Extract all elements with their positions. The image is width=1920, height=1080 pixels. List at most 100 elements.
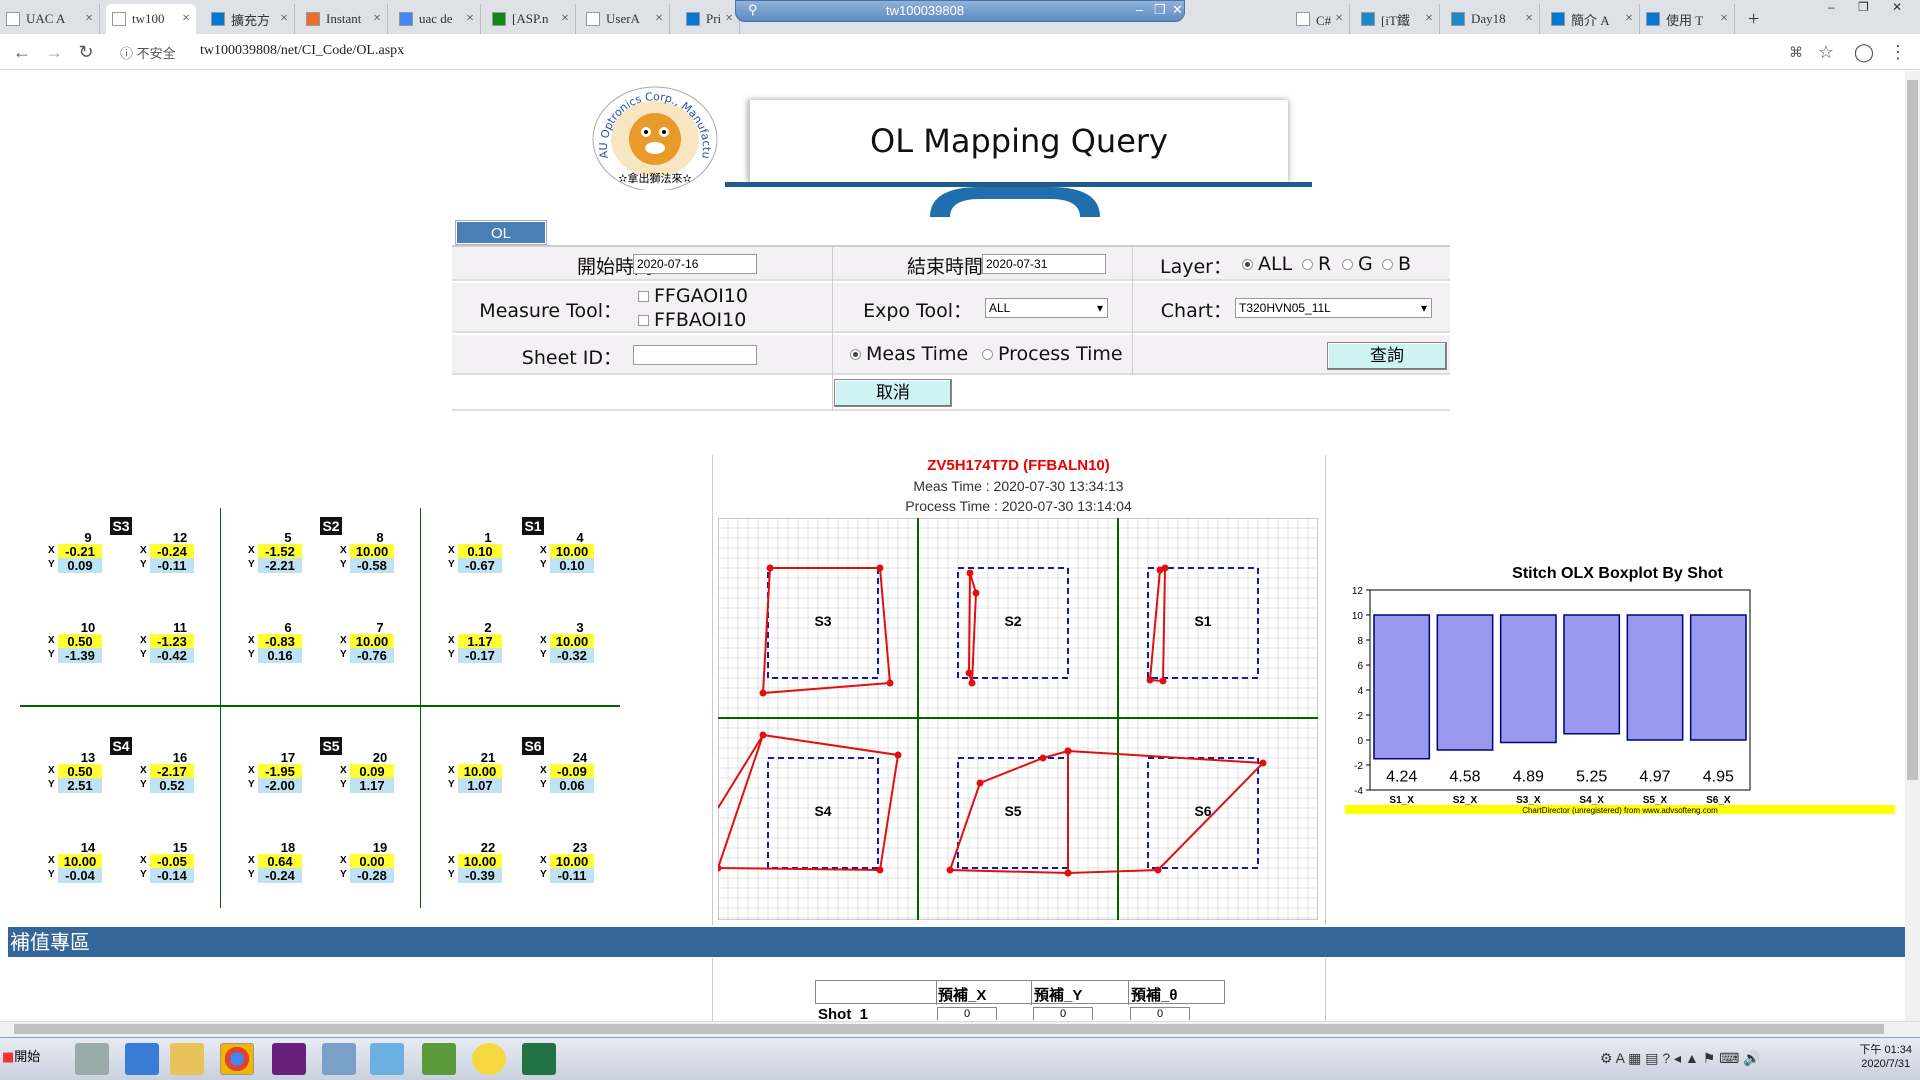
- measured-point: [1064, 747, 1072, 755]
- insecure-label[interactable]: ⓘ 不安全: [120, 43, 176, 62]
- tray-icons[interactable]: ⚙ A ▦ ▤ ? ◂ ▲ ⚑ ⌨ 🔊: [1600, 1050, 1761, 1067]
- tab-close-icon[interactable]: ×: [1625, 11, 1633, 27]
- browser-tab[interactable]: 簡介 A ×: [1545, 4, 1640, 34]
- checkbox-icon: [638, 291, 649, 302]
- layer-radio-g[interactable]: G: [1342, 253, 1373, 275]
- expo-tool-select[interactable]: ALL: [985, 298, 1108, 318]
- browser-tab[interactable]: 使用 T ×: [1640, 4, 1735, 34]
- window-minimize-icon[interactable]: –: [1828, 0, 1835, 14]
- tab-close-icon[interactable]: ×: [1335, 11, 1343, 27]
- window-controls[interactable]: – ❐ ✕: [1820, 0, 1920, 18]
- meas-time-radio[interactable]: Meas Time: [850, 343, 968, 365]
- chart-title: Stitch OLX Boxplot By Shot: [1512, 565, 1723, 582]
- measure-tool-ffbaoi10[interactable]: FFBAOI10: [638, 309, 746, 331]
- menu-icon[interactable]: ⋮: [1886, 40, 1910, 64]
- pin-icon[interactable]: ⚲: [748, 2, 758, 18]
- start-button[interactable]: ■開始: [2, 1046, 40, 1065]
- point-number: 20: [372, 750, 388, 765]
- window-close-icon[interactable]: ✕: [1892, 0, 1902, 14]
- x-category-label: S4_X: [1579, 795, 1604, 806]
- x-axis-label: X: [540, 765, 547, 776]
- window-maximize-icon[interactable]: ❐: [1858, 0, 1869, 14]
- notepad-icon[interactable]: [422, 1043, 456, 1075]
- comp-input-x[interactable]: 0: [937, 1007, 997, 1020]
- x-category-label: S2_X: [1453, 795, 1478, 806]
- comp-header-x: 預補_X: [938, 987, 987, 1004]
- x-axis-label: X: [48, 635, 55, 646]
- comp-input-y[interactable]: 0: [1033, 1007, 1093, 1020]
- browser-tab[interactable]: tw100 ×: [106, 4, 196, 34]
- folder-icon[interactable]: [170, 1043, 204, 1075]
- point-x-value: -0.09: [550, 764, 594, 779]
- clock[interactable]: 下午 01:34 2020/7/31: [1859, 1043, 1912, 1071]
- browser-tab[interactable]: 擴充方 ×: [205, 4, 295, 34]
- tab-close-icon[interactable]: ×: [466, 11, 474, 27]
- point-x-value: 10.00: [550, 854, 594, 869]
- close-icon[interactable]: ✕: [1172, 2, 1183, 18]
- browser-tab[interactable]: UAC A ×: [0, 4, 100, 34]
- tab-close-icon[interactable]: ×: [182, 11, 190, 27]
- tab-ol[interactable]: OL: [456, 221, 546, 244]
- restore-icon[interactable]: ❐: [1154, 2, 1166, 18]
- query-button[interactable]: 查詢: [1327, 342, 1447, 370]
- comp-input-theta[interactable]: 0: [1130, 1007, 1190, 1020]
- start-time-input[interactable]: 2020-07-16: [633, 254, 757, 274]
- horizontal-scroll-thumb[interactable]: [14, 1024, 1884, 1034]
- sticky-icon[interactable]: [472, 1043, 506, 1075]
- browser-tab[interactable]: UserA ×: [580, 4, 670, 34]
- chrome-icon[interactable]: [220, 1043, 254, 1075]
- process-time-radio[interactable]: Process Time: [982, 343, 1123, 365]
- excel-icon[interactable]: [522, 1043, 556, 1075]
- computer-icon[interactable]: [75, 1043, 109, 1075]
- cancel-button[interactable]: 取消: [834, 379, 952, 407]
- browser-tab[interactable]: [iT鐵 ×: [1355, 4, 1440, 34]
- tab-close-icon[interactable]: ×: [373, 11, 381, 27]
- browser-tab[interactable]: [ASP.n ×: [486, 4, 576, 34]
- point-x-value: 0.00: [350, 854, 394, 869]
- address-bar[interactable]: ⓘ 不安全 tw100039808/net/CI_Code/OL.aspx: [110, 39, 1770, 65]
- point-number: 23: [572, 840, 588, 855]
- divider: [712, 455, 713, 925]
- tab-close-icon[interactable]: ×: [1425, 11, 1433, 27]
- chart-select[interactable]: T320HVN05_11L: [1235, 298, 1432, 318]
- point-x-value: 0.10: [458, 544, 502, 559]
- tab-close-icon[interactable]: ×: [655, 11, 663, 27]
- y-tick-label: 12: [1352, 586, 1364, 597]
- url-text[interactable]: tw100039808/net/CI_Code/OL.aspx: [200, 43, 404, 59]
- powershell-icon[interactable]: [125, 1043, 159, 1075]
- tab-close-icon[interactable]: ×: [280, 11, 288, 27]
- layer-radio-b[interactable]: B: [1382, 253, 1411, 275]
- browser-tab[interactable]: uac de ×: [393, 4, 481, 34]
- tab-close-icon[interactable]: ×: [85, 11, 93, 27]
- form-divider: [1132, 247, 1133, 375]
- tab-close-icon[interactable]: ×: [561, 11, 569, 27]
- layer-radio-r[interactable]: R: [1302, 253, 1331, 275]
- tab-close-icon[interactable]: ×: [725, 11, 733, 27]
- end-time-input[interactable]: 2020-07-31: [982, 254, 1106, 274]
- new-tab-button[interactable]: +: [1742, 4, 1772, 34]
- section-label-s1: S1: [522, 517, 544, 535]
- reload-icon[interactable]: ↻: [74, 40, 98, 64]
- tab-favicon-icon: [112, 12, 126, 26]
- tab-close-icon[interactable]: ×: [1525, 11, 1533, 27]
- remote-desktop-bar[interactable]: tw100039808 ⚲ – ❐ ✕: [735, 0, 1185, 22]
- vertical-scroll-thumb[interactable]: [1907, 80, 1918, 780]
- layer-radio-all[interactable]: ALL: [1242, 253, 1292, 275]
- translate-icon[interactable]: ⌘: [1784, 40, 1808, 64]
- profile-icon[interactable]: ◯: [1852, 40, 1876, 64]
- tab-close-icon[interactable]: ×: [1720, 11, 1728, 27]
- browser-tab[interactable]: Instant ×: [300, 4, 388, 34]
- bookmark-star-icon[interactable]: ☆: [1814, 40, 1838, 64]
- network-icon[interactable]: [322, 1043, 356, 1075]
- minimize-icon[interactable]: –: [1136, 2, 1143, 17]
- forward-icon[interactable]: →: [42, 40, 66, 64]
- back-icon[interactable]: ←: [10, 40, 34, 64]
- browser-tab[interactable]: Princi×: [680, 4, 740, 34]
- browser-tab[interactable]: C#索引×: [1290, 4, 1350, 34]
- browser-tab[interactable]: Day18 ×: [1445, 4, 1540, 34]
- visual-studio-icon[interactable]: [272, 1043, 306, 1075]
- sheet-id-input[interactable]: [633, 345, 757, 365]
- measure-tool-ffgaoi10[interactable]: FFGAOI10: [638, 285, 748, 307]
- box-bar: [1626, 614, 1684, 741]
- app-icon[interactable]: [370, 1043, 404, 1075]
